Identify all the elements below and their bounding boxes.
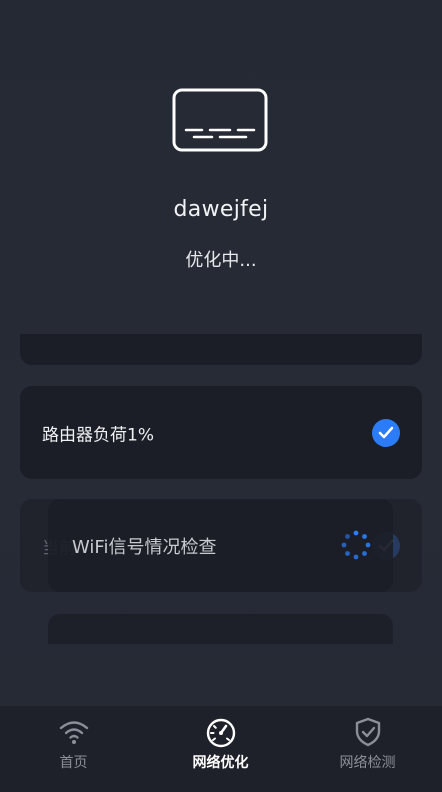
- tab-network-detect[interactable]: 网络检测: [294, 706, 441, 792]
- check-card-previous: [20, 334, 422, 365]
- wifi-icon: [59, 721, 88, 744]
- shield-check-icon: [355, 717, 380, 747]
- check-card-wifi-signal: WiFi信号情况检查: [48, 499, 393, 592]
- check-card-next: [48, 614, 393, 644]
- loading-spinner-icon: [341, 530, 371, 560]
- check-label: WiFi信号情况检查: [72, 536, 217, 558]
- speedometer-icon: [206, 718, 235, 748]
- tab-label: 首页: [59, 755, 88, 771]
- check-card-router-load: 路由器负荷1%: [20, 386, 422, 479]
- tab-label: 网络检测: [339, 755, 396, 771]
- optimization-status: 优化中...: [185, 250, 257, 271]
- check-circle-icon: [372, 418, 400, 447]
- bottom-tab-bar: 首页 网络优化 网络检测: [0, 706, 442, 792]
- tab-network-optimize[interactable]: 网络优化: [147, 706, 294, 792]
- check-label: 路由器负荷1%: [42, 425, 154, 445]
- optimization-screen: dawejfej 优化中... 路由器负荷1% 当前 WiFi信号情况检查: [0, 0, 442, 792]
- router-device-icon: [172, 88, 268, 152]
- device-name: dawejfej: [173, 197, 269, 222]
- tab-label: 网络优化: [192, 755, 249, 771]
- tab-home[interactable]: 首页: [0, 706, 147, 792]
